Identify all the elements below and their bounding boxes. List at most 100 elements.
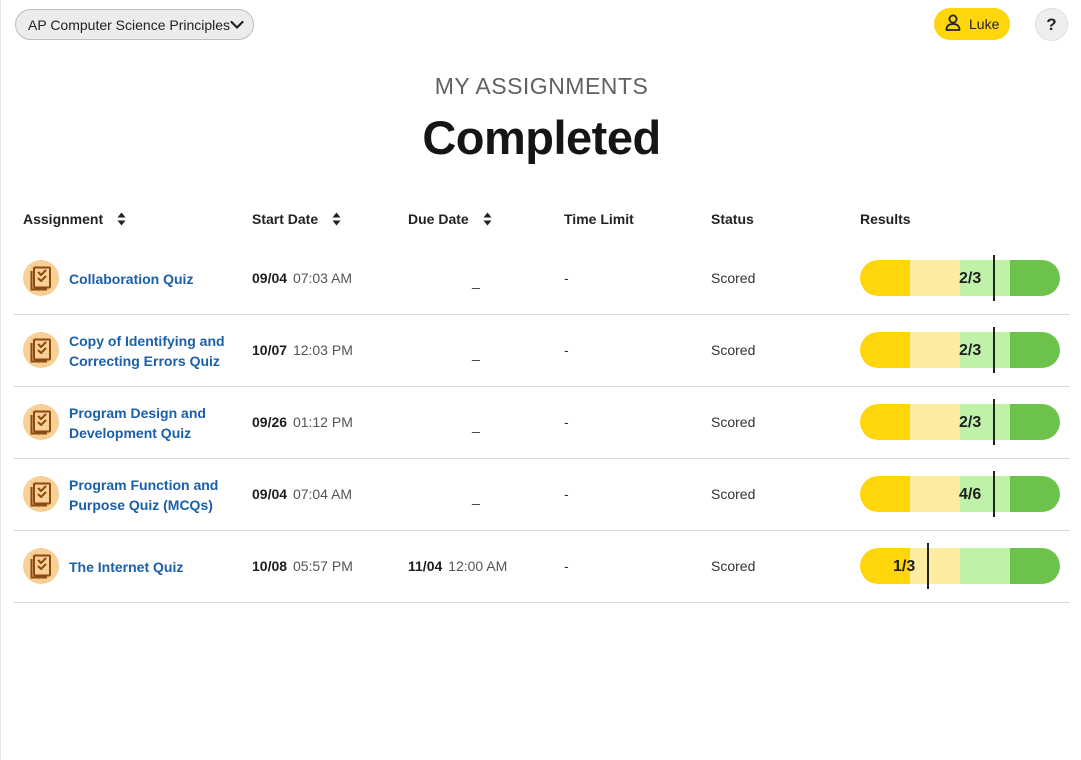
status-text: Scored bbox=[711, 414, 756, 430]
due-date-empty: _ bbox=[472, 345, 480, 361]
score-marker bbox=[993, 471, 995, 517]
start-date: 10/08 05:57 PM bbox=[252, 558, 353, 574]
time-limit: - bbox=[564, 558, 569, 574]
score-label: 2/3 bbox=[959, 342, 982, 359]
column-header-label: Start Date bbox=[252, 211, 319, 227]
results-band bbox=[910, 548, 960, 584]
time-limit: - bbox=[564, 414, 569, 430]
due-date-empty: _ bbox=[472, 417, 480, 433]
due-day: 11/04 bbox=[408, 558, 443, 574]
course-selector-label: AP Computer Science Principles bbox=[28, 16, 231, 33]
score-label: 4/6 bbox=[959, 486, 982, 503]
start-date: 09/26 01:12 PM bbox=[252, 414, 353, 430]
user-name: Luke bbox=[969, 16, 1000, 32]
score-label: 1/3 bbox=[893, 558, 916, 575]
start-day: 09/26 bbox=[252, 414, 288, 430]
status-text: Scored bbox=[711, 342, 756, 358]
column-header-due-date[interactable]: Due Date bbox=[408, 211, 492, 227]
table-header: Assignment Start Date Due Date Time Limi… bbox=[14, 200, 1070, 243]
column-header-label: Results bbox=[860, 211, 911, 227]
sort-arrows-icon[interactable] bbox=[332, 212, 341, 226]
results-band bbox=[1010, 260, 1060, 296]
time-limit: - bbox=[564, 486, 569, 502]
sort-arrows-icon[interactable] bbox=[117, 212, 126, 226]
start-time: 07:04 AM bbox=[292, 486, 353, 502]
start-date: 10/07 12:03 PM bbox=[252, 342, 353, 358]
time-limit: - bbox=[564, 270, 569, 286]
start-date: 09/04 07:03 AM bbox=[252, 270, 352, 286]
column-header-results: Results bbox=[860, 211, 911, 227]
start-day: 09/04 bbox=[252, 486, 288, 502]
results-band bbox=[960, 548, 1010, 584]
page-kicker: MY ASSIGNMENTS bbox=[434, 73, 649, 99]
column-header-label: Assignment bbox=[23, 211, 104, 227]
start-date: 09/04 07:04 AM bbox=[252, 486, 352, 502]
start-day: 10/08 bbox=[252, 558, 288, 574]
results-band bbox=[910, 260, 960, 296]
start-time: 07:03 AM bbox=[292, 270, 353, 286]
chevron-down-icon bbox=[230, 17, 244, 33]
assignment-link[interactable]: Program Function and Purpose Quiz (MCQs) bbox=[69, 475, 239, 515]
column-header-label: Time Limit bbox=[564, 211, 634, 227]
column-header-assignment[interactable]: Assignment bbox=[23, 211, 126, 227]
score-marker bbox=[993, 255, 995, 301]
score-marker bbox=[993, 327, 995, 373]
column-header-time-limit: Time Limit bbox=[564, 211, 634, 227]
results-band bbox=[1010, 404, 1060, 440]
table-body: Collaboration Quiz 09/04 07:03 AM _ - Scored… bbox=[14, 243, 1070, 603]
due-date: 11/04 12:00 AM bbox=[408, 558, 507, 574]
assignment-link[interactable]: Program Design and Development Quiz bbox=[69, 403, 239, 443]
results-band bbox=[860, 476, 910, 512]
due-date-empty: _ bbox=[472, 273, 480, 289]
help-button[interactable]: ? bbox=[1035, 8, 1068, 41]
score-label: 2/3 bbox=[959, 414, 982, 431]
results-band bbox=[910, 476, 960, 512]
score-label: 2/3 bbox=[959, 270, 982, 287]
page: AP Computer Science Principles Luke ? MY… bbox=[0, 0, 1081, 760]
clipboard-check-icon bbox=[23, 548, 59, 584]
time-limit: - bbox=[564, 342, 569, 358]
start-day: 10/07 bbox=[252, 342, 288, 358]
results-band bbox=[860, 404, 910, 440]
clipboard-check-icon bbox=[23, 332, 59, 368]
start-time: 12:03 PM bbox=[292, 342, 353, 358]
table-row: Program Function and Purpose Quiz (MCQs)… bbox=[14, 459, 1070, 531]
due-time: 12:00 AM bbox=[448, 558, 508, 574]
results-band bbox=[910, 404, 960, 440]
start-time: 01:12 PM bbox=[292, 414, 353, 430]
column-header-status: Status bbox=[711, 211, 754, 227]
course-selector[interactable]: AP Computer Science Principles bbox=[15, 9, 254, 40]
results-band bbox=[910, 332, 960, 368]
score-marker bbox=[993, 399, 995, 445]
person-icon bbox=[945, 14, 969, 34]
due-date-empty: _ bbox=[472, 489, 480, 505]
status-text: Scored bbox=[711, 270, 756, 286]
assignment-link[interactable]: Copy of Identifying and Correcting Error… bbox=[69, 331, 239, 371]
column-header-label: Status bbox=[711, 211, 754, 227]
results-bar bbox=[860, 548, 1060, 584]
table-row: Copy of Identifying and Correcting Error… bbox=[14, 315, 1070, 387]
assignment-link[interactable]: The Internet Quiz bbox=[69, 557, 239, 577]
clipboard-check-icon bbox=[23, 260, 59, 296]
results-band bbox=[1010, 548, 1060, 584]
start-day: 09/04 bbox=[252, 270, 288, 286]
user-menu-button[interactable]: Luke bbox=[934, 8, 1010, 40]
results-band bbox=[1010, 476, 1060, 512]
assignment-link[interactable]: Collaboration Quiz bbox=[69, 269, 239, 289]
status-text: Scored bbox=[711, 558, 756, 574]
results-band bbox=[860, 332, 910, 368]
start-time: 05:57 PM bbox=[292, 558, 353, 574]
results-band bbox=[1010, 332, 1060, 368]
clipboard-check-icon bbox=[23, 476, 59, 512]
table-row: The Internet Quiz 10/08 05:57 PM 11/04 12:… bbox=[14, 531, 1070, 603]
sort-arrows-icon[interactable] bbox=[483, 212, 492, 226]
assignments-table: Assignment Start Date Due Date Time Limi… bbox=[14, 200, 1070, 603]
clipboard-check-icon bbox=[23, 404, 59, 440]
results-band bbox=[860, 260, 910, 296]
page-title: Completed bbox=[422, 111, 661, 164]
table-row: Program Design and Development Quiz 09/26… bbox=[14, 387, 1070, 459]
table-row: Collaboration Quiz 09/04 07:03 AM _ - Scored… bbox=[14, 243, 1070, 315]
status-text: Scored bbox=[711, 486, 756, 502]
column-header-start-date[interactable]: Start Date bbox=[252, 211, 341, 227]
column-header-label: Due Date bbox=[408, 211, 469, 227]
